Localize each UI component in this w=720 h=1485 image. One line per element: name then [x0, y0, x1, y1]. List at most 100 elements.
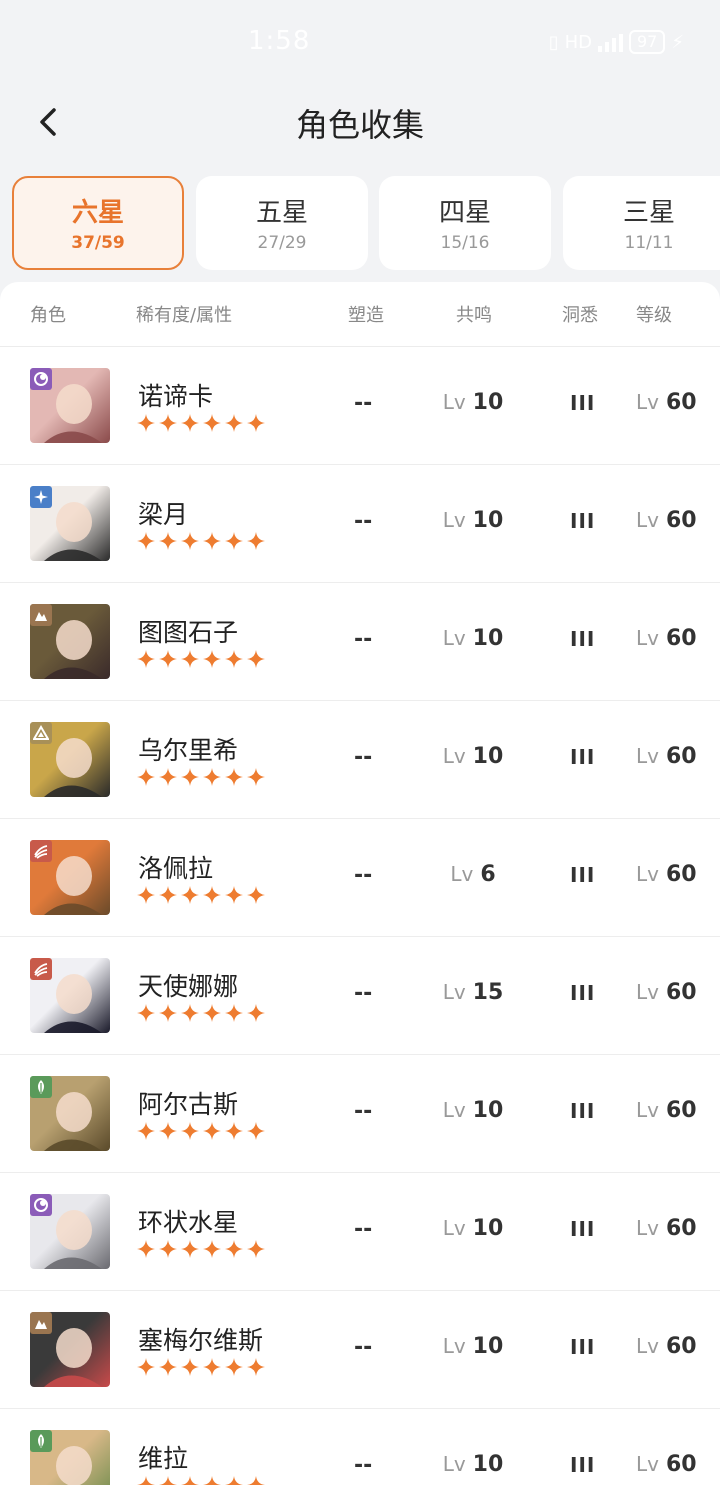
star-icon	[181, 650, 199, 668]
character-name: 梁月	[138, 500, 189, 529]
level-prefix: Lv	[636, 1216, 659, 1240]
resonance-level: 10	[472, 508, 504, 533]
character-row[interactable]: 维拉 -- Lv 10 III Lv 60	[0, 1409, 720, 1485]
col-header-rarity: 稀有度/属性	[136, 305, 233, 326]
star-icon	[181, 1476, 199, 1485]
leaf-icon	[30, 1076, 52, 1098]
character-row[interactable]: 阿尔古斯 -- Lv 10 III Lv 60	[0, 1055, 720, 1173]
character-name: 环状水星	[138, 1208, 239, 1237]
level-value: Lv 60	[636, 744, 697, 769]
mold-value: --	[354, 745, 373, 770]
level-number: 60	[665, 862, 697, 887]
star-icon	[181, 1358, 199, 1376]
mold-value: --	[354, 981, 373, 1006]
character-row[interactable]: 乌尔里希 -- Lv 10 III Lv 60	[0, 701, 720, 819]
star-icon	[137, 886, 155, 904]
claw-icon	[30, 840, 52, 862]
resonance-prefix: Lv	[442, 744, 466, 768]
character-row[interactable]: 图图石子 -- Lv 10 III Lv 60	[0, 583, 720, 701]
page-title: 角色收集	[295, 106, 424, 144]
tab-count: 37/59	[71, 233, 125, 253]
level-prefix: Lv	[636, 1452, 659, 1476]
rarity-stars	[137, 768, 265, 786]
star-icon	[181, 1122, 199, 1140]
star-icon	[137, 1476, 155, 1485]
star-icon	[247, 886, 265, 904]
star-icon	[247, 650, 265, 668]
star-icon	[181, 532, 199, 550]
rarity-stars	[137, 532, 265, 550]
character-row[interactable]: 塞梅尔维斯 -- Lv 10 III Lv 60	[0, 1291, 720, 1409]
character-row[interactable]: 梁月 -- Lv 10 III Lv 60	[0, 465, 720, 583]
resonance-value: Lv 15	[420, 980, 526, 1005]
tab-3[interactable]: 四星 15/16	[379, 176, 551, 270]
resonance-prefix: Lv	[442, 508, 466, 532]
star-icon	[137, 1358, 155, 1376]
level-prefix: Lv	[636, 390, 659, 414]
col-header-resonance: 共鸣	[456, 305, 492, 326]
resonance-level: 15	[472, 980, 504, 1005]
character-name: 塞梅尔维斯	[138, 1326, 264, 1355]
character-name: 天使娜娜	[138, 972, 239, 1001]
rarity-stars	[137, 886, 265, 904]
insight-value: III	[570, 1099, 596, 1123]
mold-value: --	[354, 627, 373, 652]
resonance-prefix: Lv	[442, 1098, 466, 1122]
star-icon	[203, 1476, 221, 1485]
level-prefix: Lv	[636, 862, 659, 886]
tab-2[interactable]: 五星 27/29	[196, 176, 368, 270]
resonance-prefix: Lv	[442, 1334, 466, 1358]
insight-value: III	[570, 627, 596, 651]
level-number: 60	[665, 508, 697, 533]
resonance-level: 10	[472, 626, 504, 651]
tab-count: 11/11	[624, 233, 674, 253]
level-value: Lv 60	[636, 1334, 697, 1359]
triangle-icon	[30, 722, 52, 744]
level-prefix: Lv	[636, 1098, 659, 1122]
tab-label: 五星	[255, 198, 308, 228]
star-icon	[159, 1476, 177, 1485]
star-icon	[225, 532, 243, 550]
rarity-stars	[137, 650, 265, 668]
level-number: 60	[665, 1334, 697, 1359]
star-icon	[247, 414, 265, 432]
resonance-level: 10	[472, 1334, 504, 1359]
resonance-value: Lv 6	[420, 862, 526, 887]
character-row[interactable]: 诺谛卡 -- Lv 10 III Lv 60	[0, 347, 720, 465]
status-icons: ▯ HD 97 ⚡	[549, 30, 684, 54]
character-row[interactable]: 环状水星 -- Lv 10 III Lv 60	[0, 1173, 720, 1291]
resonance-value: Lv 10	[420, 1334, 526, 1359]
character-row[interactable]: 天使娜娜 -- Lv 15 III Lv 60	[0, 937, 720, 1055]
character-table: 角色 稀有度/属性 塑造 共鸣 洞悉 等级 诺谛卡 -- Lv 10 III Lv 60…	[0, 282, 720, 1485]
col-header-character: 角色	[30, 305, 66, 326]
tab-4[interactable]: 三星 11/11	[563, 176, 720, 270]
level-value: Lv 60	[636, 626, 697, 651]
resonance-level: 10	[472, 1098, 504, 1123]
level-prefix: Lv	[636, 508, 659, 532]
rarity-stars	[137, 1476, 265, 1485]
resonance-value: Lv 10	[420, 744, 526, 769]
star-icon	[225, 1122, 243, 1140]
character-row[interactable]: 洛佩拉 -- Lv 6 III Lv 60	[0, 819, 720, 937]
character-name: 诺谛卡	[138, 382, 214, 411]
mold-value: --	[354, 1099, 373, 1124]
character-name: 维拉	[138, 1444, 189, 1473]
star-icon	[181, 414, 199, 432]
level-number: 60	[665, 626, 697, 651]
rarity-stars	[137, 1358, 265, 1376]
star-icon	[225, 1004, 243, 1022]
rarity-stars	[137, 1004, 265, 1022]
insight-value: III	[570, 981, 596, 1005]
insight-value: III	[570, 509, 596, 533]
table-body: 诺谛卡 -- Lv 10 III Lv 60 梁月 -- Lv 10 III Lv 60 图图石子 -…	[0, 347, 720, 1485]
mold-value: --	[354, 1453, 373, 1478]
level-value: Lv 60	[636, 862, 697, 887]
star-icon	[159, 1358, 177, 1376]
resonance-value: Lv 10	[420, 390, 526, 415]
resonance-level: 10	[472, 1452, 504, 1477]
star-icon	[181, 886, 199, 904]
mold-value: --	[354, 1335, 373, 1360]
star-icon	[225, 1358, 243, 1376]
resonance-value: Lv 10	[420, 1098, 526, 1123]
tab-1[interactable]: 六星 37/59	[12, 176, 184, 270]
